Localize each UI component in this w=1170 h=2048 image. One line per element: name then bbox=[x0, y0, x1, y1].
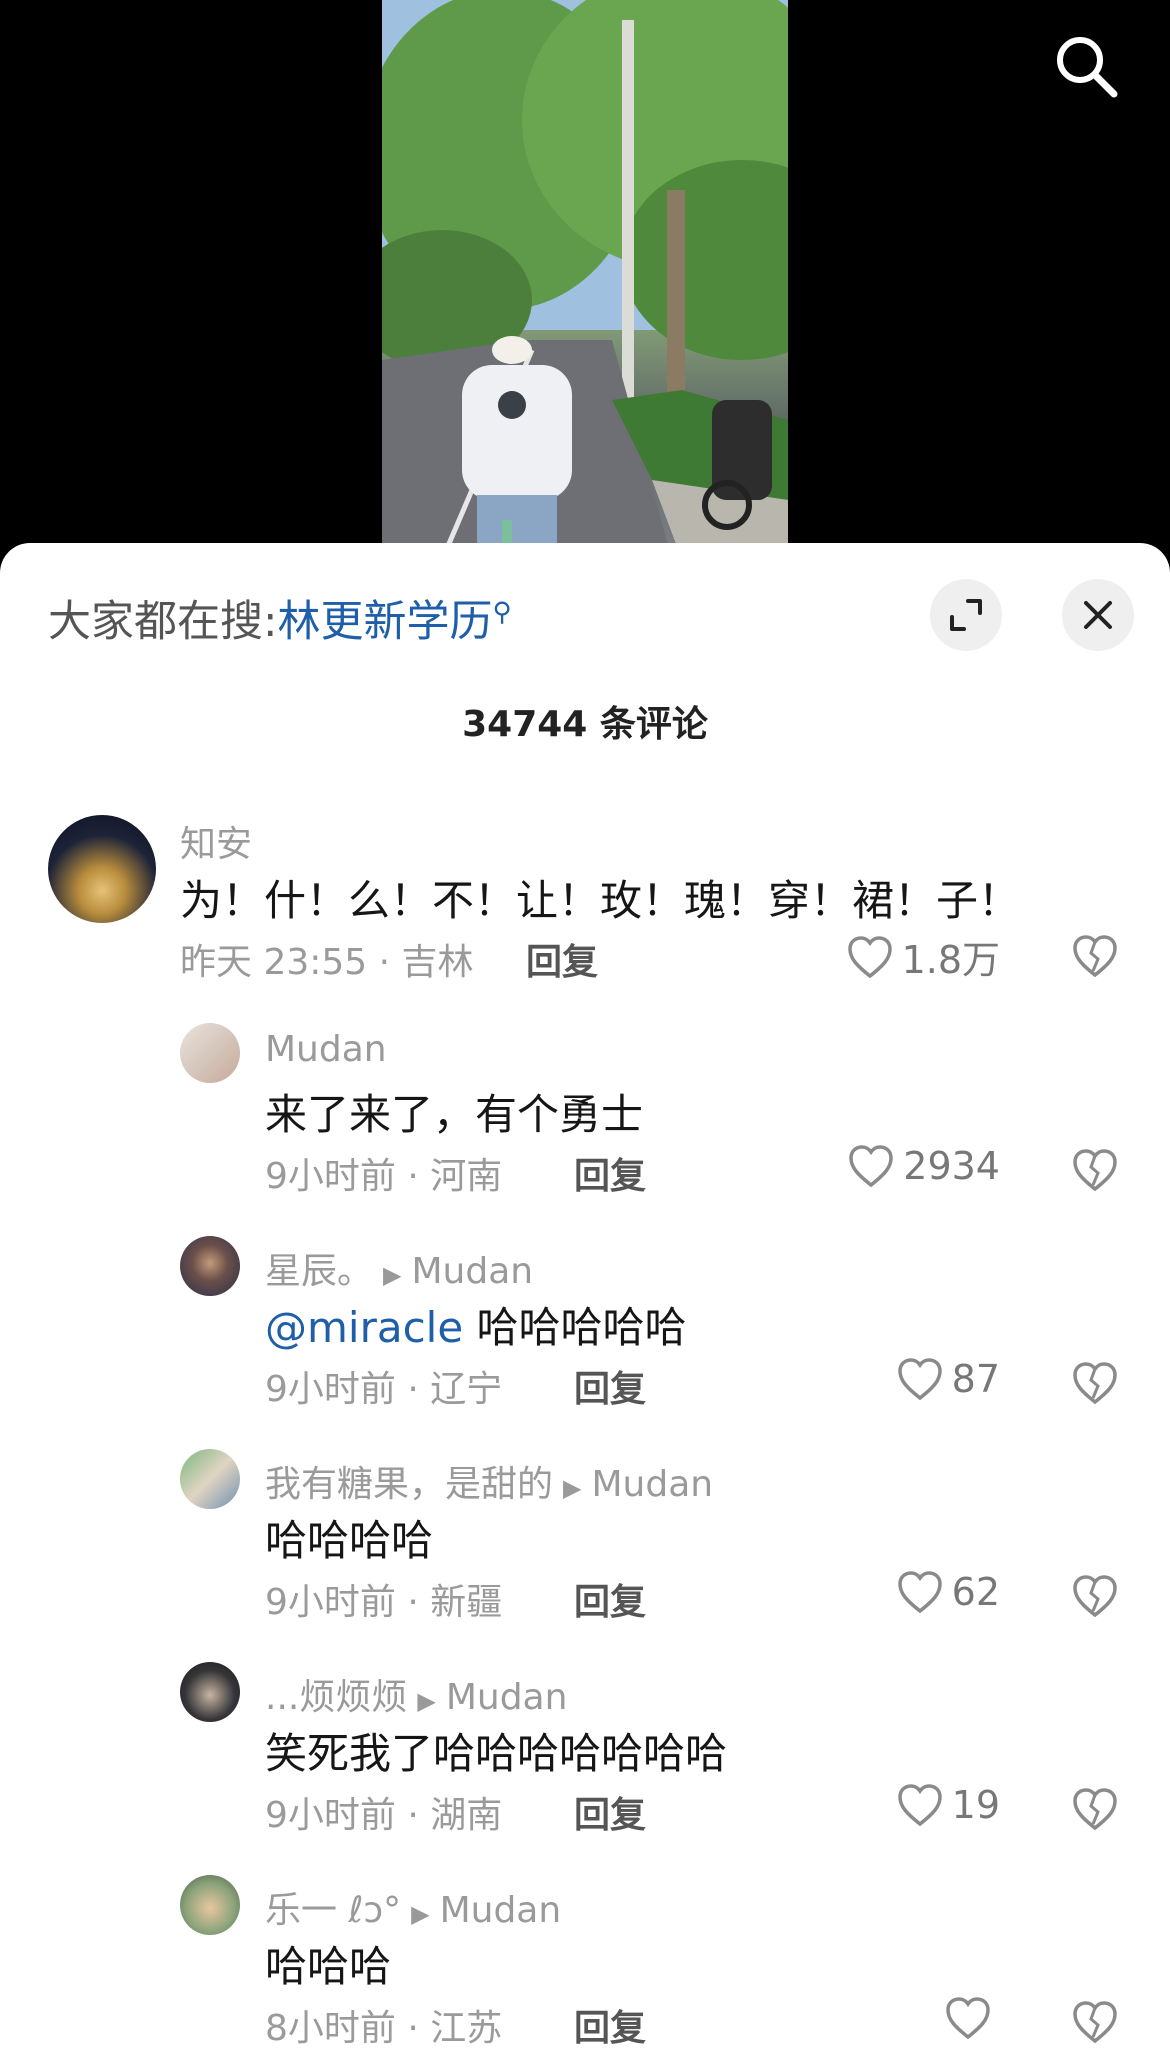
comment-time-location: 昨天 23:55 · 吉林 bbox=[180, 942, 474, 983]
avatar[interactable] bbox=[180, 1662, 240, 1722]
play-arrow-icon: ▶ bbox=[383, 1261, 402, 1289]
reply-username[interactable]: 星辰。 ▶ Mudan bbox=[265, 1242, 533, 1294]
broken-heart-icon bbox=[1073, 1575, 1117, 1618]
heart-icon bbox=[897, 1571, 942, 1614]
like-count: 87 bbox=[951, 1357, 1000, 1401]
reply-to-username: Mudan bbox=[591, 1464, 714, 1505]
reply-username[interactable]: 乐一 ℓɔ° ▶ Mudan bbox=[265, 1881, 561, 1933]
search-button[interactable] bbox=[1052, 32, 1120, 100]
reply-button[interactable]: 回复 bbox=[574, 1573, 646, 1625]
like-count: 2934 bbox=[903, 1144, 1000, 1188]
reply-username-text: 乐一 ℓɔ° bbox=[265, 1890, 402, 1931]
video-player[interactable] bbox=[0, 0, 1170, 560]
search-suggestion-keyword[interactable]: 林更新学历 bbox=[278, 597, 493, 647]
heart-icon bbox=[897, 1784, 942, 1827]
heart-icon bbox=[847, 935, 892, 978]
play-arrow-icon: ▶ bbox=[411, 1900, 430, 1928]
avatar[interactable] bbox=[48, 815, 156, 923]
heart-icon bbox=[897, 1358, 942, 1401]
avatar[interactable] bbox=[180, 1023, 240, 1083]
reply-button[interactable]: 回复 bbox=[574, 1147, 646, 1199]
reply-button[interactable]: 回复 bbox=[526, 933, 598, 985]
reply-username-text: 我有糖果，是甜的 bbox=[265, 1464, 554, 1505]
small-search-icon: ⚲ bbox=[492, 597, 512, 628]
like-count: 19 bbox=[951, 1783, 1000, 1827]
heart-icon bbox=[849, 1145, 894, 1188]
reply-text-content: 哈哈哈哈哈 bbox=[476, 1303, 687, 1352]
reply-text: 来了来了，有个勇士 bbox=[265, 1081, 643, 1142]
reply-username-text: 星辰。 bbox=[265, 1251, 374, 1292]
dislike-button[interactable] bbox=[1070, 1784, 1120, 1834]
like-count: 62 bbox=[951, 1570, 1000, 1614]
reply-username[interactable]: Mudan bbox=[265, 1029, 387, 1070]
comment-username[interactable]: 知安 bbox=[180, 815, 252, 867]
dislike-button[interactable] bbox=[1070, 931, 1120, 981]
reply-time-location: 9小时前 · 河南 bbox=[265, 1156, 503, 1197]
reply-time-location: 9小时前 · 辽宁 bbox=[265, 1369, 503, 1410]
broken-heart-icon bbox=[1073, 1362, 1117, 1405]
reply-button[interactable]: 回复 bbox=[574, 1786, 646, 1838]
like-count: 1.8万 bbox=[901, 938, 1000, 982]
reply-text-content: 哈哈哈哈 bbox=[265, 1516, 434, 1565]
avatar[interactable] bbox=[180, 1449, 240, 1509]
like-button[interactable]: 1.8万 bbox=[846, 929, 1000, 984]
reply-time-location: 9小时前 · 湖南 bbox=[265, 1795, 503, 1836]
like-button[interactable] bbox=[944, 1995, 1000, 2041]
reply-username-text: ...烦烦烦 bbox=[265, 1677, 408, 1718]
avatar[interactable] bbox=[180, 1236, 240, 1296]
reply-button[interactable]: 回复 bbox=[574, 1999, 646, 2048]
close-icon bbox=[1084, 601, 1112, 629]
dislike-button[interactable] bbox=[1070, 1358, 1120, 1408]
comment-count: 34744 条评论 bbox=[462, 704, 708, 745]
comment-text: 为！什！么！不！让！玫！瑰！穿！裙！子！ bbox=[180, 876, 1021, 925]
like-button[interactable]: 87 bbox=[896, 1356, 1000, 1402]
reply-username[interactable]: 我有糖果，是甜的 ▶ Mudan bbox=[265, 1455, 713, 1507]
reply-text: @miracle 哈哈哈哈哈 bbox=[265, 1294, 687, 1355]
reply-username[interactable]: ...烦烦烦 ▶ Mudan bbox=[265, 1668, 567, 1720]
reply-button[interactable]: 回复 bbox=[574, 1360, 646, 1412]
reply-text-content: 来了来了，有个勇士 bbox=[265, 1090, 644, 1139]
search-suggestion-label: 大家都在搜: bbox=[48, 597, 278, 647]
video-frame[interactable] bbox=[382, 0, 788, 560]
expand-button[interactable] bbox=[930, 579, 1002, 651]
expand-icon bbox=[950, 599, 982, 631]
dislike-button[interactable] bbox=[1070, 1145, 1120, 1195]
heart-icon bbox=[946, 1997, 990, 2040]
reply-to-username: Mudan bbox=[411, 1251, 534, 1292]
avatar[interactable] bbox=[180, 1875, 240, 1935]
broken-heart-icon bbox=[1073, 935, 1117, 978]
play-arrow-icon: ▶ bbox=[563, 1474, 582, 1502]
broken-heart-icon bbox=[1073, 2001, 1117, 2044]
comment-sheet: 大家都在搜:林更新学历⚲ 34744 条评论 知安 为！什！么！不！让！玫！瑰！… bbox=[0, 543, 1170, 2048]
close-button[interactable] bbox=[1062, 579, 1134, 651]
reply-text: 哈哈哈哈 bbox=[265, 1507, 433, 1568]
play-arrow-icon: ▶ bbox=[417, 1687, 436, 1715]
dislike-button[interactable] bbox=[1070, 1571, 1120, 1621]
mention-link[interactable]: @miracle bbox=[265, 1303, 463, 1352]
broken-heart-icon bbox=[1073, 1149, 1117, 1192]
reply-username-text: Mudan bbox=[265, 1029, 387, 1070]
reply-time-location: 8小时前 · 江苏 bbox=[265, 2008, 503, 2048]
reply-to-username: Mudan bbox=[445, 1677, 568, 1718]
like-button[interactable]: 62 bbox=[896, 1569, 1000, 1615]
like-button[interactable]: 19 bbox=[896, 1782, 1000, 1828]
reply-text-content: 哈哈哈 bbox=[265, 1942, 392, 1991]
broken-heart-icon bbox=[1073, 1788, 1117, 1831]
video-scene-image bbox=[382, 0, 788, 560]
dislike-button[interactable] bbox=[1070, 1997, 1120, 2047]
reply-text: 哈哈哈 bbox=[265, 1933, 391, 1994]
reply-text-content: 笑死我了哈哈哈哈哈哈哈 bbox=[265, 1729, 728, 1778]
reply-to-username: Mudan bbox=[439, 1890, 562, 1931]
reply-time-location: 9小时前 · 新疆 bbox=[265, 1582, 503, 1623]
reply-text: 笑死我了哈哈哈哈哈哈哈 bbox=[265, 1720, 727, 1781]
search-icon bbox=[1057, 37, 1118, 98]
like-button[interactable]: 2934 bbox=[847, 1143, 1000, 1189]
search-suggestion[interactable]: 大家都在搜:林更新学历⚲ bbox=[48, 587, 512, 649]
